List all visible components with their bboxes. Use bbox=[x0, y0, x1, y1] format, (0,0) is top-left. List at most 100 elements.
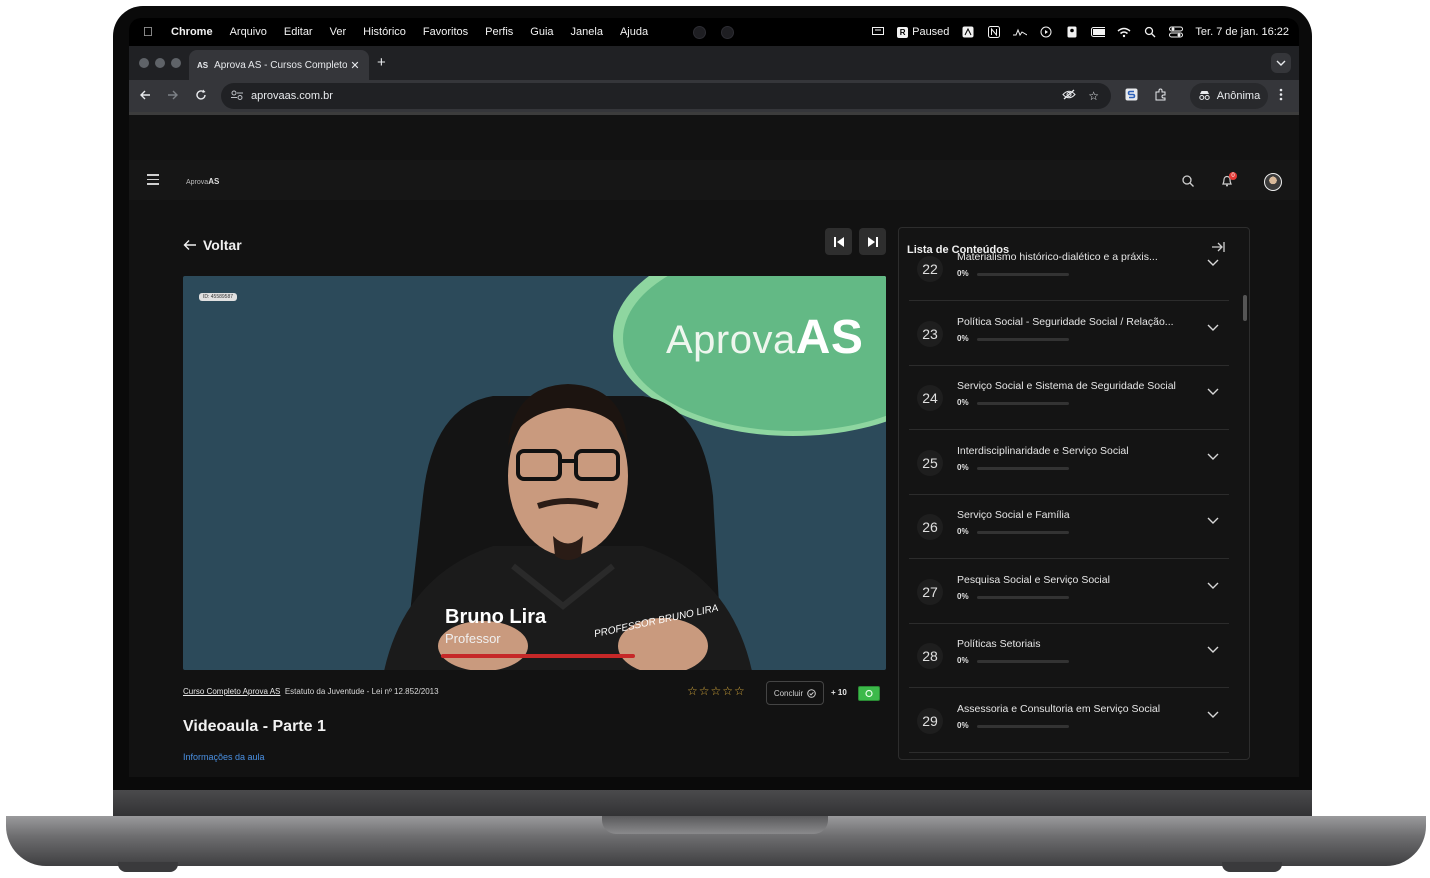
concluir-button[interactable]: Concluir bbox=[766, 681, 824, 705]
chevron-down-icon[interactable] bbox=[1207, 643, 1219, 657]
app-a-icon[interactable] bbox=[961, 25, 975, 39]
eye-off-icon[interactable] bbox=[1062, 89, 1076, 103]
item-number: 23 bbox=[917, 320, 943, 347]
app-n-icon[interactable] bbox=[987, 25, 1001, 39]
window-zoom-button[interactable] bbox=[171, 58, 181, 68]
panel-scrollbar[interactable] bbox=[1243, 295, 1247, 321]
content-list-item[interactable]: 23 Política Social - Seguridade Social / … bbox=[909, 301, 1229, 366]
content-list-item[interactable]: 29 Assessoria e Consultoria em Serviço So… bbox=[909, 688, 1229, 753]
back-button[interactable]: Voltar bbox=[183, 237, 242, 253]
prev-lesson-button[interactable] bbox=[825, 228, 852, 255]
tab-aprova-as[interactable]: AS Aprova AS - Cursos Completo ✕ bbox=[189, 50, 369, 80]
item-title: Serviço Social e Família bbox=[957, 509, 1070, 521]
chrome-tabstrip: AS Aprova AS - Cursos Completo ✕ + bbox=[129, 46, 1299, 80]
camera-notch bbox=[649, 18, 779, 46]
chevron-down-icon bbox=[1276, 60, 1286, 66]
content-list-item[interactable]: 28 Políticas Setoriais 0% bbox=[909, 623, 1229, 688]
chevron-down-icon[interactable] bbox=[1207, 385, 1219, 399]
item-title: Política Social - Seguridade Social / Re… bbox=[957, 315, 1174, 328]
new-tab-button[interactable]: + bbox=[377, 54, 386, 71]
control-center-icon[interactable] bbox=[1169, 25, 1184, 39]
camera-sensor bbox=[721, 26, 734, 39]
kebab-icon[interactable] bbox=[1279, 88, 1283, 104]
site-logo[interactable]: AprovaAS bbox=[186, 177, 219, 186]
menu-editar[interactable]: Editar bbox=[284, 26, 313, 38]
spotlight-search-icon[interactable] bbox=[1143, 25, 1157, 39]
item-number: 22 bbox=[917, 256, 943, 282]
item-progress: 0% bbox=[957, 333, 969, 343]
apple-icon[interactable]:  bbox=[143, 25, 157, 39]
forward-arrow-icon[interactable] bbox=[167, 88, 179, 104]
menu-favoritos[interactable]: Favoritos bbox=[423, 26, 468, 38]
wifi-icon[interactable] bbox=[1117, 25, 1131, 39]
menu-historico[interactable]: Histórico bbox=[363, 26, 406, 38]
menu-ver[interactable]: Ver bbox=[330, 26, 347, 38]
star-icon[interactable]: ☆ bbox=[1088, 89, 1099, 103]
menu-ajuda[interactable]: Ajuda bbox=[620, 26, 648, 38]
search-icon[interactable] bbox=[1182, 174, 1194, 192]
menubar-clock[interactable]: Ter. 7 de jan. 16:22 bbox=[1195, 26, 1289, 38]
next-lesson-button[interactable] bbox=[859, 228, 886, 255]
item-progress: 0% bbox=[957, 591, 969, 601]
app-header: AprovaAS 0 bbox=[129, 160, 1299, 200]
user-card-icon[interactable] bbox=[1065, 25, 1079, 39]
item-title: Políticas Setoriais bbox=[957, 638, 1041, 650]
content-list-item[interactable]: 26 Serviço Social e Família 0% bbox=[909, 494, 1229, 559]
menu-chrome[interactable]: Chrome bbox=[171, 26, 213, 38]
item-progress: 0% bbox=[957, 656, 969, 665]
notification-badge: 0 bbox=[1229, 172, 1237, 180]
content-list-item[interactable]: 24 Serviço Social e Sistema de Seguridade… bbox=[909, 365, 1229, 430]
video-player[interactable]: AprovaAS ID: 45589587 Bruno Lira Profess… bbox=[183, 276, 886, 670]
tab-close-icon[interactable]: ✕ bbox=[347, 59, 363, 72]
menu-guia[interactable]: Guia bbox=[530, 26, 553, 38]
laptop-foot-right bbox=[1222, 862, 1282, 872]
item-title: Interdisciplinaridade e Serviço Social bbox=[957, 444, 1129, 457]
back-label: Voltar bbox=[203, 237, 242, 253]
chevron-down-icon[interactable] bbox=[1207, 450, 1219, 464]
incognito-profile-button[interactable]: Anônima bbox=[1190, 83, 1268, 109]
prev-icon bbox=[833, 236, 844, 247]
screen-mirror-icon[interactable] bbox=[871, 25, 885, 39]
menu-arquivo[interactable]: Arquivo bbox=[230, 26, 267, 38]
back-arrow-icon[interactable] bbox=[139, 88, 151, 104]
avatar[interactable] bbox=[1264, 173, 1282, 191]
content-list-item[interactable]: 22 Materialismo histórico-dialético e a p… bbox=[909, 236, 1229, 301]
battery-icon[interactable] bbox=[1091, 25, 1106, 39]
menu-perfis[interactable]: Perfis bbox=[485, 26, 513, 38]
profile-label: Anônima bbox=[1216, 90, 1261, 102]
window-minimize-button[interactable] bbox=[155, 58, 165, 68]
url-text[interactable]: aprovaas.com.br bbox=[251, 90, 1062, 102]
chevron-down-icon[interactable] bbox=[1207, 256, 1219, 270]
presenter-role: Professor bbox=[445, 631, 501, 646]
check-circle-icon bbox=[807, 688, 816, 698]
site-settings-icon[interactable] bbox=[231, 90, 243, 103]
extension-s-icon[interactable] bbox=[1125, 88, 1138, 104]
address-bar[interactable]: aprovaas.com.br ☆ bbox=[221, 83, 1111, 109]
tab-search-button[interactable] bbox=[1271, 53, 1291, 73]
chevron-down-icon[interactable] bbox=[1207, 514, 1219, 528]
window-close-button[interactable] bbox=[139, 58, 149, 68]
play-circle-icon[interactable] bbox=[1039, 25, 1053, 39]
menu-janela[interactable]: Janela bbox=[571, 26, 603, 38]
item-progress: 0% bbox=[957, 398, 969, 407]
menubar-status: R Paused Ter. 7 de jan. 16:22 bbox=[871, 18, 1289, 46]
extension-icon[interactable] bbox=[1154, 88, 1167, 104]
content-list-item[interactable]: 25 Interdisciplinaridade e Serviço Social… bbox=[909, 430, 1229, 495]
chevron-down-icon[interactable] bbox=[1207, 708, 1219, 722]
chevron-down-icon[interactable] bbox=[1207, 321, 1219, 335]
content-list-item[interactable]: 27 Pesquisa Social e Serviço Social 0% bbox=[909, 559, 1229, 624]
course-link[interactable]: Curso Completo Aprova AS bbox=[183, 687, 280, 696]
rating-stars[interactable]: ☆☆☆☆☆ bbox=[687, 684, 746, 698]
item-number: 28 bbox=[917, 643, 943, 669]
activity-icon[interactable] bbox=[1013, 25, 1028, 39]
item-progress-bar bbox=[977, 660, 1069, 663]
item-title: Serviço Social e Sistema de Seguridade S… bbox=[957, 380, 1176, 392]
menu-icon[interactable] bbox=[147, 174, 159, 188]
item-title: Materialismo histórico-dialético e a prá… bbox=[957, 251, 1158, 263]
paused-status[interactable]: R Paused bbox=[897, 26, 949, 38]
money-icon bbox=[858, 686, 880, 701]
brand-accent: AS bbox=[795, 311, 864, 364]
chevron-down-icon[interactable] bbox=[1207, 579, 1219, 593]
reload-icon[interactable] bbox=[195, 88, 207, 104]
lesson-info-link[interactable]: Informações da aula bbox=[183, 752, 265, 762]
